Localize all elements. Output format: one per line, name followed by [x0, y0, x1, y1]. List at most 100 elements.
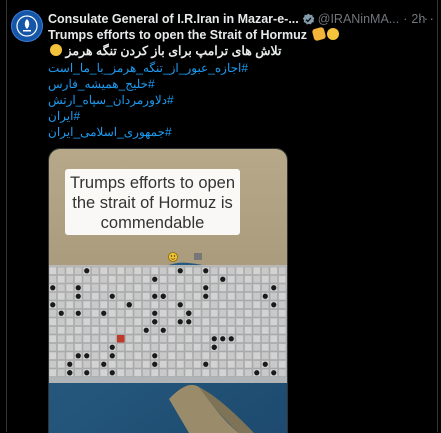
board-cell: [49, 334, 57, 343]
board-cell: [57, 351, 66, 360]
hashtag-link[interactable]: #خلیج_همیشه_فارس: [48, 77, 155, 91]
board-cell: [176, 275, 185, 284]
board-cell: [116, 360, 125, 369]
board-cell: [99, 300, 108, 309]
board-cell: [159, 351, 168, 360]
board-cell: [133, 292, 142, 301]
board-cell: [218, 343, 227, 352]
board-cell: [227, 309, 236, 318]
board-cell: [65, 343, 74, 352]
board-cell: [261, 351, 270, 360]
board-cell: [108, 309, 117, 318]
board-cell: [74, 368, 83, 377]
board-cell: [99, 275, 108, 284]
board-cell: [142, 343, 151, 352]
mine-marker: [75, 353, 81, 359]
board-cell: [235, 317, 244, 326]
board-cell: [261, 343, 270, 352]
board-cell: [261, 300, 270, 309]
board-cell: [133, 309, 142, 318]
board-cell: [142, 292, 151, 301]
board-cell: [133, 283, 142, 292]
board-cell: [201, 334, 210, 343]
board-cell: [218, 309, 227, 318]
board-cell: [227, 317, 236, 326]
board-cell: [99, 368, 108, 377]
board-cell: [116, 275, 125, 284]
display-name[interactable]: Consulate General of I.R.Iran in Mazar-e…: [48, 12, 299, 26]
tweet-text-english: Trumps efforts to open the Strait of Hor…: [48, 26, 339, 42]
board-cell: [133, 326, 142, 335]
exploded-mine-cell: [117, 335, 125, 343]
board-cell: [116, 300, 125, 309]
board-cell: [167, 283, 176, 292]
board-cell: [210, 360, 219, 369]
board-cell: [99, 351, 108, 360]
board-cell: [99, 283, 108, 292]
avatar[interactable]: [11, 10, 43, 42]
board-cell: [57, 292, 66, 301]
board-cell: [193, 368, 202, 377]
hashtag-link[interactable]: #دلاورمردان_سپاه_ارتش: [48, 93, 174, 107]
board-cell: [142, 368, 151, 377]
mine-marker: [271, 370, 277, 376]
board-cell: [261, 309, 270, 318]
board-cell: [125, 275, 134, 284]
board-cell: [159, 300, 168, 309]
board-cell: [57, 266, 66, 275]
board-cell: [125, 283, 134, 292]
board-cell: [193, 334, 202, 343]
board-cell: [278, 360, 287, 369]
board-cell: [193, 300, 202, 309]
board-cell: [167, 300, 176, 309]
board-cell: [218, 317, 227, 326]
board-cell: [108, 283, 117, 292]
board-cell: [167, 275, 176, 284]
board-cell: [99, 266, 108, 275]
board-cell: [150, 300, 159, 309]
board-cell: [218, 368, 227, 377]
board-cell: [133, 266, 142, 275]
grinning-sweat-emoji: [50, 44, 62, 56]
handle[interactable]: @IRANinMA...: [318, 12, 399, 26]
hashtag-link[interactable]: #اجازه_عبور_از_تنگه_هرمز_با_ما_است: [48, 61, 248, 75]
board-cell: [218, 360, 227, 369]
mine-marker: [211, 336, 217, 342]
board-cell: [269, 360, 278, 369]
hashtag-link[interactable]: #ایران: [48, 109, 80, 123]
board-cell: [193, 309, 202, 318]
board-cell: [201, 309, 210, 318]
board-cell: [91, 309, 100, 318]
board-cell: [74, 326, 83, 335]
board-cell: [57, 275, 66, 284]
board-cell: [269, 292, 278, 301]
smiley-face-icon[interactable]: [168, 252, 178, 262]
board-cell: [235, 368, 244, 377]
board-cell: [184, 343, 193, 352]
board-cell: [218, 351, 227, 360]
board-cell: [244, 292, 253, 301]
mine-marker: [186, 310, 192, 316]
board-cell: [91, 283, 100, 292]
tweet-media-image[interactable]: Trumps efforts to open the strait of Hor…: [48, 148, 288, 433]
board-cell: [269, 326, 278, 335]
board-cell: [210, 292, 219, 301]
board-cell: [278, 275, 287, 284]
mine-marker: [143, 327, 149, 333]
board-cell: [91, 334, 100, 343]
board-cell: [159, 283, 168, 292]
mine-marker: [160, 327, 166, 333]
board-cell: [235, 275, 244, 284]
mine-marker: [177, 302, 183, 308]
board-cell: [57, 300, 66, 309]
mine-marker: [101, 361, 107, 367]
mine-marker: [203, 361, 209, 367]
hashtag-link[interactable]: #جمهوری_اسلامی_ایران: [48, 125, 172, 139]
board-cell: [125, 368, 134, 377]
board-cell: [150, 334, 159, 343]
board-cell: [82, 309, 91, 318]
board-cell: [116, 283, 125, 292]
board-cell: [91, 326, 100, 335]
more-options-icon[interactable]: ···: [418, 10, 435, 26]
board-cell: [252, 266, 261, 275]
